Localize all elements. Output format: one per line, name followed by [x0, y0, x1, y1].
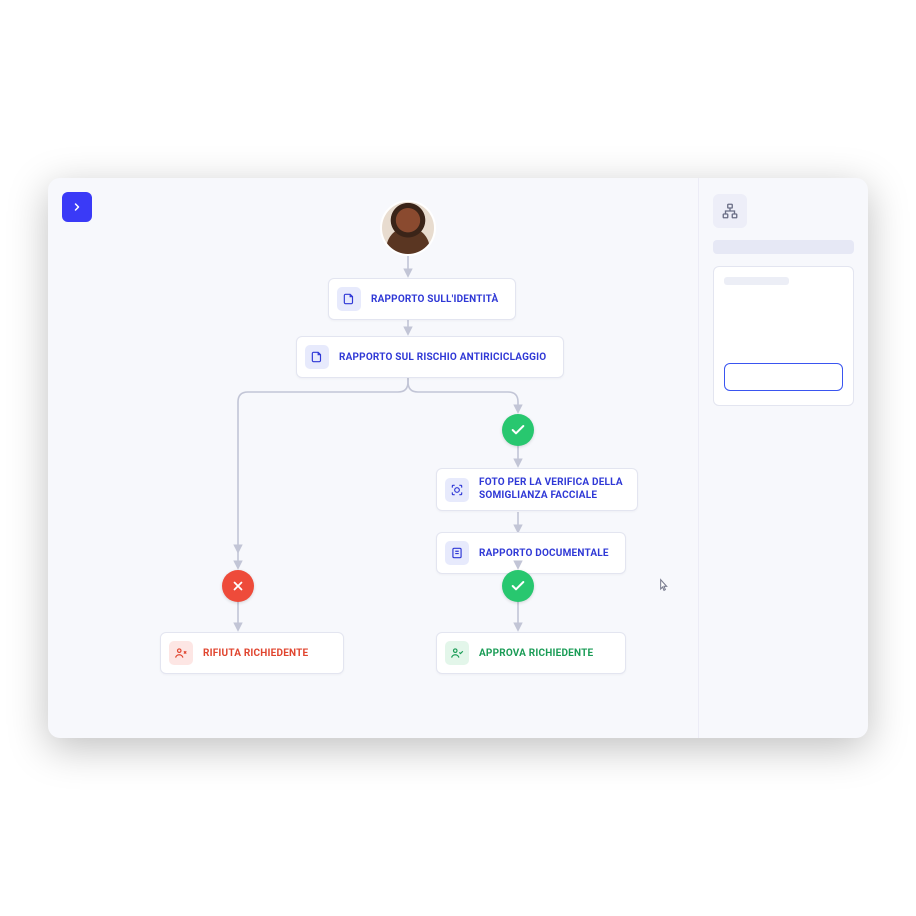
- user-approve-icon: [445, 641, 469, 665]
- app-window: RAPPORTO SULL'IDENTITÀ RAPPORTO SUL RISC…: [48, 178, 868, 738]
- node-aml-report[interactable]: RAPPORTO SUL RISCHIO ANTIRICICLAGGIO: [296, 336, 564, 378]
- cursor-icon: [656, 576, 672, 598]
- node-label: FOTO PER LA VERIFICA DELLA SOMIGLIANZA F…: [479, 477, 625, 502]
- applicant-avatar: [382, 202, 434, 254]
- workflow-canvas[interactable]: RAPPORTO SULL'IDENTITÀ RAPPORTO SUL RISC…: [48, 178, 698, 738]
- face-scan-icon: [445, 478, 469, 502]
- node-label: APPROVA RICHIEDENTE: [479, 648, 593, 659]
- node-label: RAPPORTO SUL RISCHIO ANTIRICICLAGGIO: [339, 352, 546, 363]
- decision-pass-icon[interactable]: [502, 414, 534, 446]
- placeholder-bar: [713, 240, 854, 254]
- node-label: RIFIUTA RICHIEDENTE: [203, 648, 308, 659]
- node-label: RAPPORTO SULL'IDENTITÀ: [371, 294, 498, 305]
- report-icon: [305, 345, 329, 369]
- decision-fail-icon[interactable]: [222, 570, 254, 602]
- sidebar-panel: [698, 178, 868, 738]
- document-icon: [445, 541, 469, 565]
- placeholder-line: [724, 277, 789, 285]
- decision-pass-icon[interactable]: [502, 570, 534, 602]
- workflow-tree-icon[interactable]: [713, 194, 747, 228]
- node-doc-report[interactable]: RAPPORTO DOCUMENTALE: [436, 532, 626, 574]
- sidebar-card: [713, 266, 854, 406]
- node-label: RAPPORTO DOCUMENTALE: [479, 548, 609, 559]
- node-identity-report[interactable]: RAPPORTO SULL'IDENTITÀ: [328, 278, 516, 320]
- user-reject-icon: [169, 641, 193, 665]
- node-face-match[interactable]: FOTO PER LA VERIFICA DELLA SOMIGLIANZA F…: [436, 468, 638, 511]
- node-reject[interactable]: RIFIUTA RICHIEDENTE: [160, 632, 344, 674]
- sidebar-action-button[interactable]: [724, 363, 843, 391]
- node-approve[interactable]: APPROVA RICHIEDENTE: [436, 632, 626, 674]
- report-icon: [337, 287, 361, 311]
